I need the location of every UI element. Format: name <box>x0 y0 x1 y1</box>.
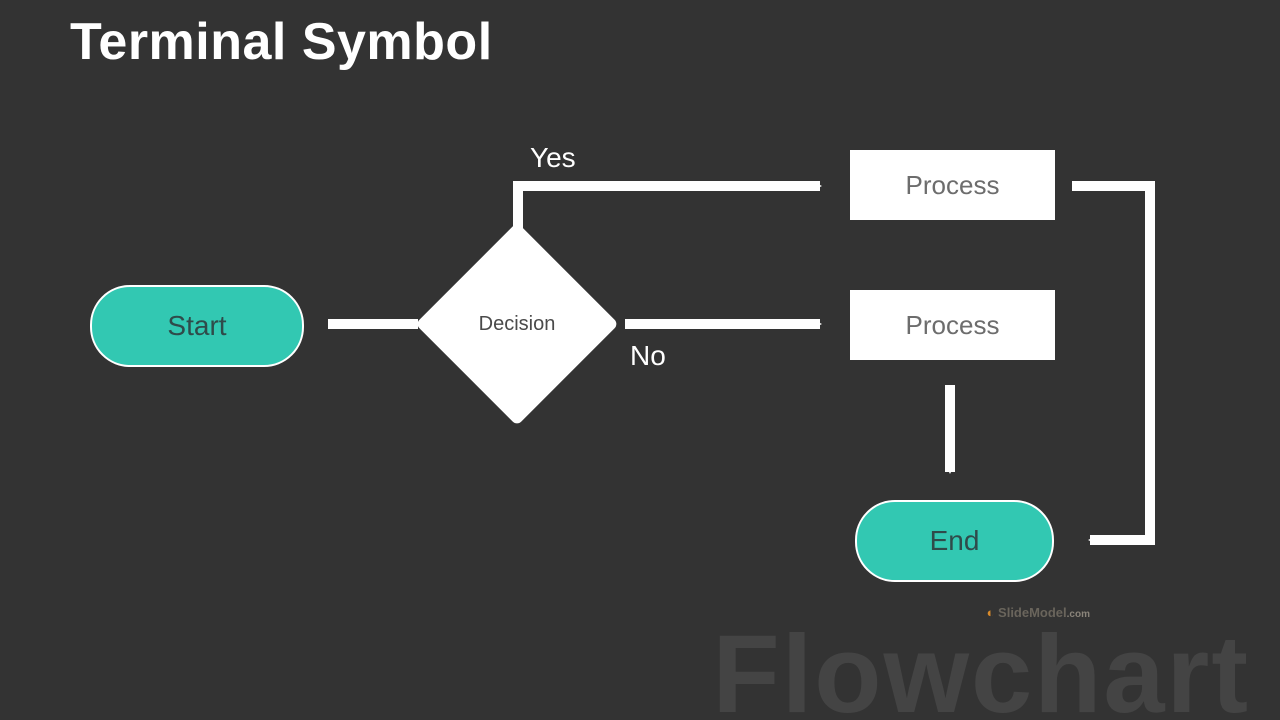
slide-canvas: Terminal Symbol Start Decision Yes No Pr… <box>0 0 1280 720</box>
arrow-decision-to-process-yes <box>518 186 820 230</box>
process-bottom-label: Process <box>906 310 1000 341</box>
terminal-start: Start <box>90 285 304 367</box>
terminal-start-label: Start <box>167 310 226 342</box>
arrow-process-top-to-end <box>1072 186 1150 540</box>
decision-label: Decision <box>445 252 589 396</box>
branch-label-no: No <box>630 340 666 372</box>
watermark-text: Flowchart <box>713 611 1251 720</box>
terminal-end-label: End <box>930 525 980 557</box>
process-top-label: Process <box>906 170 1000 201</box>
slide-title: Terminal Symbol <box>70 12 493 72</box>
decision-node: Decision <box>445 252 589 396</box>
process-top: Process <box>850 150 1055 220</box>
terminal-end: End <box>855 500 1054 582</box>
process-bottom: Process <box>850 290 1055 360</box>
branch-label-yes: Yes <box>530 142 576 174</box>
